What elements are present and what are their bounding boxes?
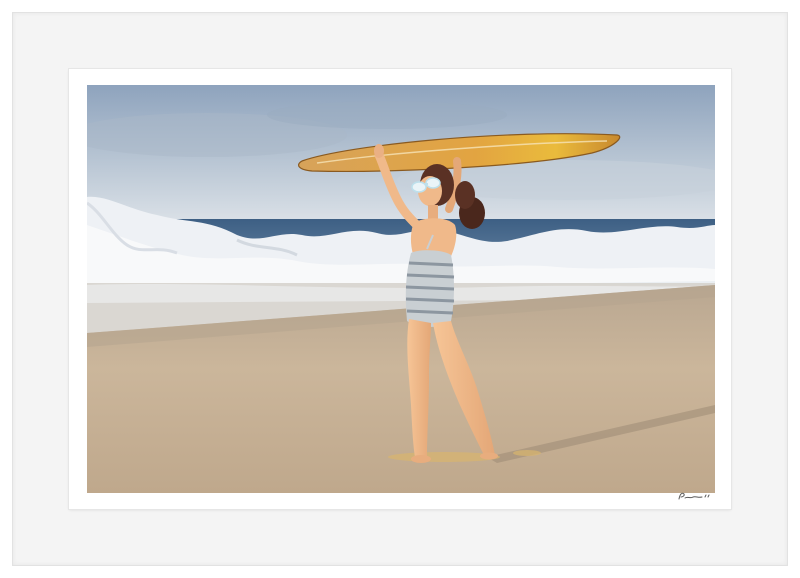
- artist-signature: [676, 488, 716, 504]
- beach-scene: [87, 85, 715, 493]
- beach-photo: [87, 85, 715, 493]
